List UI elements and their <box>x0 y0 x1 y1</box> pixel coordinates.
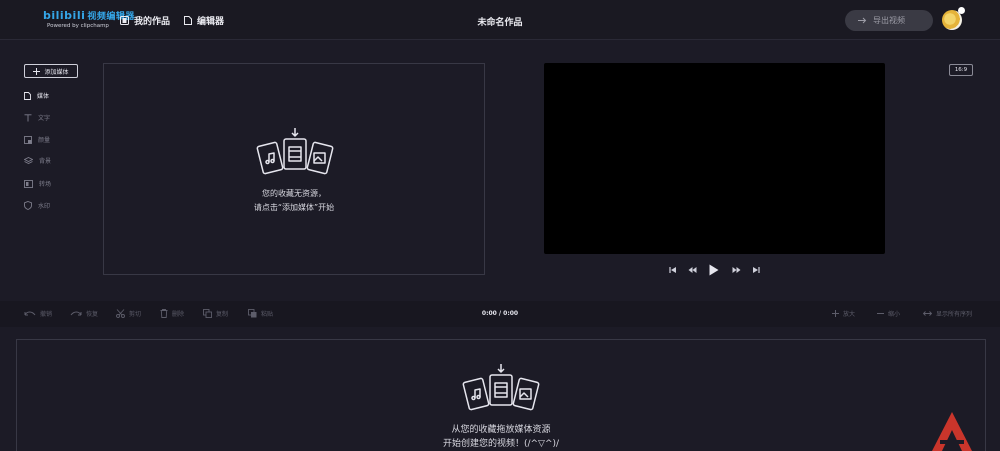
undo-button[interactable]: 撤销 <box>24 309 52 318</box>
sidebar-item-label: 文字 <box>38 115 51 122</box>
minus-icon <box>877 313 884 314</box>
zoom-in-label: 放大 <box>843 311 856 318</box>
paste-icon <box>248 309 257 318</box>
undo-icon <box>24 311 36 316</box>
plus-icon <box>832 310 839 317</box>
timeline-empty-line2: 开始创建您的视频！(/^▽^)/ <box>442 439 560 449</box>
sidebar-item-media[interactable]: 媒体 <box>24 91 49 100</box>
skip-to-end-icon[interactable] <box>752 263 760 277</box>
bilibili-logo[interactable]: bilibili 视频编辑器 Powered by clipchamp <box>43 9 134 33</box>
export-video-label: 导出视频 <box>873 16 905 25</box>
corner-logo-icon <box>932 412 972 451</box>
zoom-out-button[interactable]: 缩小 <box>877 309 900 318</box>
undo-label: 撤销 <box>40 311 53 318</box>
paste-button[interactable]: 粘贴 <box>248 309 273 318</box>
aspect-ratio-button[interactable]: 16:9 <box>949 64 973 76</box>
zoom-in-button[interactable]: 放大 <box>832 309 855 318</box>
copy-label: 复制 <box>216 311 229 318</box>
expand-horizontal-icon <box>923 311 932 316</box>
split-label: 剪切 <box>129 311 142 318</box>
delete-label: 删除 <box>172 311 185 318</box>
nav-editor-label: 编辑器 <box>197 17 225 27</box>
fit-all-label: 显示所有序列 <box>936 311 973 318</box>
sidebar-item-label: 颜量 <box>38 137 51 144</box>
sidebar-item-label: 水印 <box>38 203 51 210</box>
sidebar-item-label: 转场 <box>39 181 52 188</box>
add-media-button[interactable]: 添加媒体 <box>24 64 78 78</box>
media-files-icon <box>462 364 540 411</box>
sidebar-item-label: 背景 <box>39 158 52 165</box>
timeline-empty-line1: 从您的收藏拖放媒体资源 <box>451 425 551 435</box>
add-media-label: 添加媒体 <box>44 68 69 76</box>
arrow-right-icon <box>858 17 867 24</box>
timeline-dropzone[interactable]: 从您的收藏拖放媒体资源 开始创建您的视频！(/^▽^)/ <box>16 339 986 451</box>
redo-label: 恢复 <box>86 311 99 318</box>
media-empty-line2: 请点击“添加媒体”开始 <box>253 203 335 212</box>
color-icon <box>24 135 32 144</box>
nav-editor[interactable]: 编辑器 <box>184 14 224 27</box>
app-header: bilibili 视频编辑器 Powered by clipchamp 我的作品 … <box>0 0 1000 40</box>
skip-to-start-icon[interactable] <box>669 263 677 277</box>
media-empty-line1: 您的收藏无资源， <box>262 189 326 198</box>
nav-my-works-label: 我的作品 <box>134 17 171 27</box>
sidebar-item-color[interactable]: 颜量 <box>24 135 50 144</box>
redo-button[interactable]: 恢复 <box>70 309 98 318</box>
shield-icon <box>24 201 32 210</box>
logo-main-text: bilibili <box>43 9 86 22</box>
fast-forward-icon[interactable] <box>732 263 741 277</box>
copy-icon <box>203 309 212 318</box>
split-button[interactable]: 剪切 <box>116 309 141 318</box>
sidebar-item-transition[interactable]: 转场 <box>24 179 51 188</box>
film-icon <box>120 16 129 25</box>
video-preview[interactable] <box>544 63 885 254</box>
project-title[interactable]: 未命名作品 <box>477 18 522 28</box>
layers-icon <box>24 156 33 164</box>
plus-icon <box>33 67 41 75</box>
rewind-icon[interactable] <box>688 263 697 277</box>
redo-icon <box>70 311 82 316</box>
text-icon <box>24 113 32 121</box>
media-library-panel[interactable]: 您的收藏无资源， 请点击“添加媒体”开始 <box>103 63 485 275</box>
sidebar-item-watermark[interactable]: 水印 <box>24 201 50 210</box>
paste-label: 粘贴 <box>261 311 274 318</box>
sidebar-item-label: 媒体 <box>37 93 50 100</box>
sidebar-item-background[interactable]: 背景 <box>24 156 51 165</box>
delete-button[interactable]: 删除 <box>160 309 184 318</box>
document-icon <box>184 16 192 25</box>
timeline-toolbar: 撤销 恢复 剪切 删除 复制 粘贴 0:00 / 0:00 放大 缩小 显示所有… <box>0 301 1000 327</box>
scissors-icon <box>116 309 125 318</box>
play-icon[interactable] <box>708 263 720 277</box>
transition-icon <box>24 179 33 188</box>
document-icon <box>24 91 31 100</box>
fit-all-button[interactable]: 显示所有序列 <box>923 309 972 318</box>
logo-powered-text: Powered by clipchamp <box>47 23 109 29</box>
timecode: 0:00 / 0:00 <box>481 310 519 317</box>
copy-button[interactable]: 复制 <box>203 309 228 318</box>
user-avatar[interactable] <box>942 7 965 30</box>
media-files-icon <box>256 128 334 175</box>
trash-icon <box>160 309 168 318</box>
export-video-button[interactable]: 导出视频 <box>845 10 933 31</box>
zoom-out-label: 缩小 <box>888 311 901 318</box>
sidebar-item-text[interactable]: 文字 <box>24 113 50 122</box>
nav-my-works[interactable]: 我的作品 <box>120 14 170 27</box>
